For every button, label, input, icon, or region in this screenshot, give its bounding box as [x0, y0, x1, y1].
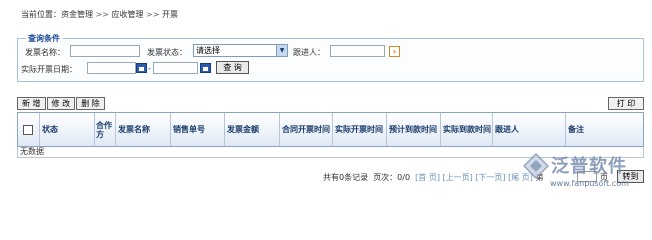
select-follower-icon[interactable]: ›	[389, 46, 400, 57]
invoice-status-value: 请选择	[196, 46, 220, 55]
invoice-status-label: 发票状态：	[147, 48, 187, 57]
col-remark[interactable]: 备注	[566, 113, 643, 146]
first-page-link[interactable]: [首 页]	[415, 173, 440, 182]
watermark-brand: 泛普软件	[551, 156, 627, 177]
invoice-name-input[interactable]	[70, 45, 140, 57]
actual-date-from-input[interactable]	[87, 62, 136, 74]
follower-label: 跟进人：	[293, 48, 325, 57]
add-button[interactable]: 新 增	[17, 97, 46, 110]
breadcrumb-level1[interactable]: 资金管理	[61, 10, 93, 19]
record-count: 共有0条记录	[323, 173, 369, 182]
watermark-url: www.fanpusoft.com	[550, 179, 629, 188]
select-all-cell	[18, 113, 40, 146]
next-page-link[interactable]: [下一页]	[475, 173, 505, 182]
col-sales-order[interactable]: 销售单号	[171, 113, 225, 146]
query-button[interactable]: 查 询	[216, 61, 249, 74]
col-expected-payment-time[interactable]: 预计到款时间	[387, 113, 441, 146]
breadcrumb-sep: >>	[95, 10, 109, 19]
breadcrumb: 当前位置：资金管理 >> 应收管理 >> 开票	[21, 9, 178, 20]
calendar-icon[interactable]	[136, 63, 147, 73]
actual-date-to-input[interactable]	[153, 62, 198, 74]
actual-date-label: 实际开票日期：	[21, 65, 77, 74]
col-invoice-name[interactable]: 发票名称	[116, 113, 171, 146]
breadcrumb-sep: >>	[146, 10, 160, 19]
toolbar: 新 增 修 改 删 除	[17, 97, 106, 110]
chevron-down-icon[interactable]: ▼	[276, 45, 287, 56]
col-follower[interactable]: 跟进人	[493, 113, 566, 146]
delete-button[interactable]: 删 除	[76, 97, 105, 110]
col-actual-payment-time[interactable]: 实际到款时间	[441, 113, 493, 146]
breadcrumb-level2[interactable]: 应收管理	[112, 10, 144, 19]
table-header: 状态 合作方 发票名称 销售单号 发票金额 合同开票时间 实际开票时间 预计到款…	[17, 112, 644, 147]
pager: 共有0条记录 页次：0/0 [首 页] [上一页] [下一页] [尾 页] 第	[323, 172, 543, 183]
col-status[interactable]: 状态	[40, 113, 95, 146]
invoice-name-label: 发票名称：	[25, 48, 65, 57]
col-actual-invoice-time[interactable]: 实际开票时间	[333, 113, 387, 146]
invoice-status-select[interactable]: 请选择 ▼	[193, 44, 288, 57]
col-partner[interactable]: 合作方	[95, 113, 116, 146]
breadcrumb-prefix: 当前位置：	[21, 10, 61, 19]
breadcrumb-level3: 开票	[162, 10, 178, 19]
logo-icon	[523, 153, 549, 179]
page-info: 页次：0/0	[373, 173, 411, 182]
calendar-icon[interactable]	[200, 63, 211, 73]
edit-button[interactable]: 修 改	[46, 97, 76, 110]
prev-page-link[interactable]: [上一页]	[443, 173, 473, 182]
col-invoice-amount[interactable]: 发票金额	[225, 113, 280, 146]
date-range-separator: -	[148, 64, 151, 73]
select-all-checkbox[interactable]	[23, 124, 33, 135]
print-button[interactable]: 打 印	[608, 97, 644, 110]
follower-input[interactable]	[330, 45, 385, 57]
watermark-logo: 泛普软件 www.fanpusoft.com	[523, 150, 643, 195]
query-legend: 查询条件	[26, 33, 62, 44]
col-contract-invoice-time[interactable]: 合同开票时间	[280, 113, 333, 146]
